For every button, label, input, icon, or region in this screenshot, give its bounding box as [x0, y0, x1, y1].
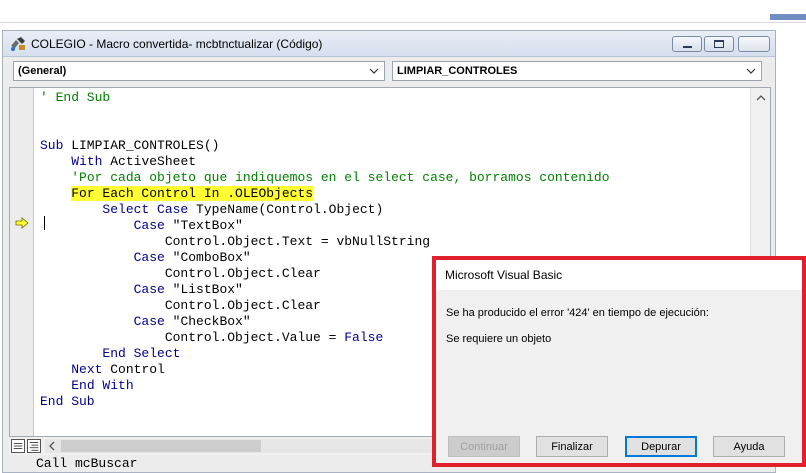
code-text: Control.Object.Clear [40, 298, 321, 313]
continue-button[interactable]: Continuar [448, 436, 520, 457]
code-text: LIMPIAR_CONTROLES() [63, 138, 220, 153]
code-comment: 'Por cada objeto que indiquemos en el se… [71, 170, 610, 185]
end-button[interactable]: Finalizar [536, 436, 608, 457]
code-keyword: End Select [102, 346, 181, 361]
code-line[interactable]: Control.Object.Clear [40, 298, 321, 314]
current-statement: For Each Control In .OLEObjects [71, 186, 314, 201]
code-line[interactable]: End Sub [40, 394, 95, 410]
code-text: Control [102, 362, 165, 377]
full-module-view-icon[interactable] [27, 439, 41, 453]
maximize-icon [714, 40, 724, 48]
code-keyword: Case [133, 218, 165, 233]
code-keyword: End Sub [40, 394, 95, 409]
window-accent [770, 14, 806, 20]
divider [0, 22, 806, 23]
scroll-up-icon[interactable] [754, 92, 768, 104]
text-cursor [44, 216, 45, 230]
code-text: Control.Object.Clear [40, 266, 321, 281]
code-text: "TextBox" [164, 218, 243, 233]
code-keyword: Select Case [102, 202, 189, 217]
code-keyword: With [71, 154, 103, 169]
code-line[interactable]: Control.Object.Clear [40, 266, 321, 282]
code-line[interactable]: Sub LIMPIAR_CONTROLES() [40, 138, 219, 154]
help-button[interactable]: Ayuda [713, 436, 785, 457]
horizontal-scrollbar[interactable] [45, 439, 445, 453]
code-line[interactable]: Control.Object.Text = vbNullString [40, 234, 430, 250]
close-button[interactable] [738, 36, 770, 52]
code-text: TypeName(Control.Object) [188, 202, 384, 217]
code-line[interactable]: End Select [40, 346, 180, 362]
code-keyword: Sub [40, 138, 64, 153]
code-line[interactable]: 'Por cada objeto que indiquemos en el se… [40, 170, 610, 186]
code-line[interactable]: ' End Sub [40, 90, 110, 106]
code-line[interactable]: Next Control [40, 362, 165, 378]
code-line[interactable]: With ActiveSheet [40, 154, 196, 170]
object-combo[interactable]: (General) [13, 61, 385, 81]
code-window-title-bar[interactable]: COLEGIO - Macro convertida- mcbtnctualiz… [3, 31, 775, 57]
background-code-line: Call mcBuscar [36, 456, 138, 471]
code-keyword: Case [133, 250, 165, 265]
error-message: Se ha producido el error '424' en tiempo… [446, 307, 709, 319]
code-text: "ListBox" [164, 282, 243, 297]
code-text: Control.Object.Value = [40, 330, 345, 345]
code-line[interactable]: Case "CheckBox" [40, 314, 251, 330]
code-window-title: COLEGIO - Macro convertida- mcbtnctualiz… [31, 37, 323, 51]
minimize-icon [682, 45, 692, 48]
code-keyword: Case [133, 282, 165, 297]
error-dialog: Microsoft Visual Basic Se ha producido e… [436, 260, 802, 463]
procedure-combo[interactable]: LIMPIAR_CONTROLES [392, 61, 762, 81]
code-line[interactable]: Control.Object.Value = False [40, 330, 383, 346]
maximize-button[interactable] [704, 36, 734, 52]
code-keyword: False [344, 330, 384, 345]
code-line[interactable]: For Each Control In .OLEObjects [40, 186, 314, 202]
scroll-thumb[interactable] [61, 440, 261, 452]
code-line[interactable]: Select Case TypeName(Control.Object) [40, 202, 383, 218]
code-text: "CheckBox" [164, 314, 251, 329]
debug-button[interactable]: Depurar [625, 436, 697, 457]
dropdown-arrow-icon[interactable] [744, 63, 758, 79]
code-keyword: Next [71, 362, 103, 377]
scroll-left-icon[interactable] [47, 441, 57, 451]
error-detail: Se requiere un objeto [446, 333, 552, 345]
screen: COLEGIO - Macro convertida- mcbtnctualiz… [0, 0, 806, 473]
dropdown-arrow-icon[interactable] [367, 63, 381, 79]
dialog-title-bar[interactable]: Microsoft Visual Basic [436, 260, 802, 290]
code-line[interactable]: Case "ComboBox" [40, 250, 251, 266]
margin-indicator-bar[interactable] [10, 88, 34, 436]
code-text: ActiveSheet [102, 154, 197, 169]
execution-arrow-icon [15, 217, 29, 229]
code-keyword: End With [71, 378, 134, 393]
dialog-title: Microsoft Visual Basic [445, 268, 563, 282]
procedure-view-icon[interactable] [11, 439, 25, 453]
code-line[interactable]: End With [40, 378, 134, 394]
code-keyword: Case [133, 314, 165, 329]
object-combo-value: (General) [18, 65, 67, 77]
minimize-button[interactable] [672, 36, 702, 52]
code-line[interactable]: Case "TextBox" [40, 218, 243, 234]
code-line[interactable]: Case "ListBox" [40, 282, 243, 298]
vba-module-icon [11, 37, 25, 51]
code-text: Control.Object.Text = vbNullString [40, 234, 431, 249]
code-comment: ' End Sub [40, 90, 111, 105]
code-text: "ComboBox" [164, 250, 251, 265]
procedure-combo-value: LIMPIAR_CONTROLES [397, 65, 518, 77]
parent-window-top [0, 0, 806, 30]
